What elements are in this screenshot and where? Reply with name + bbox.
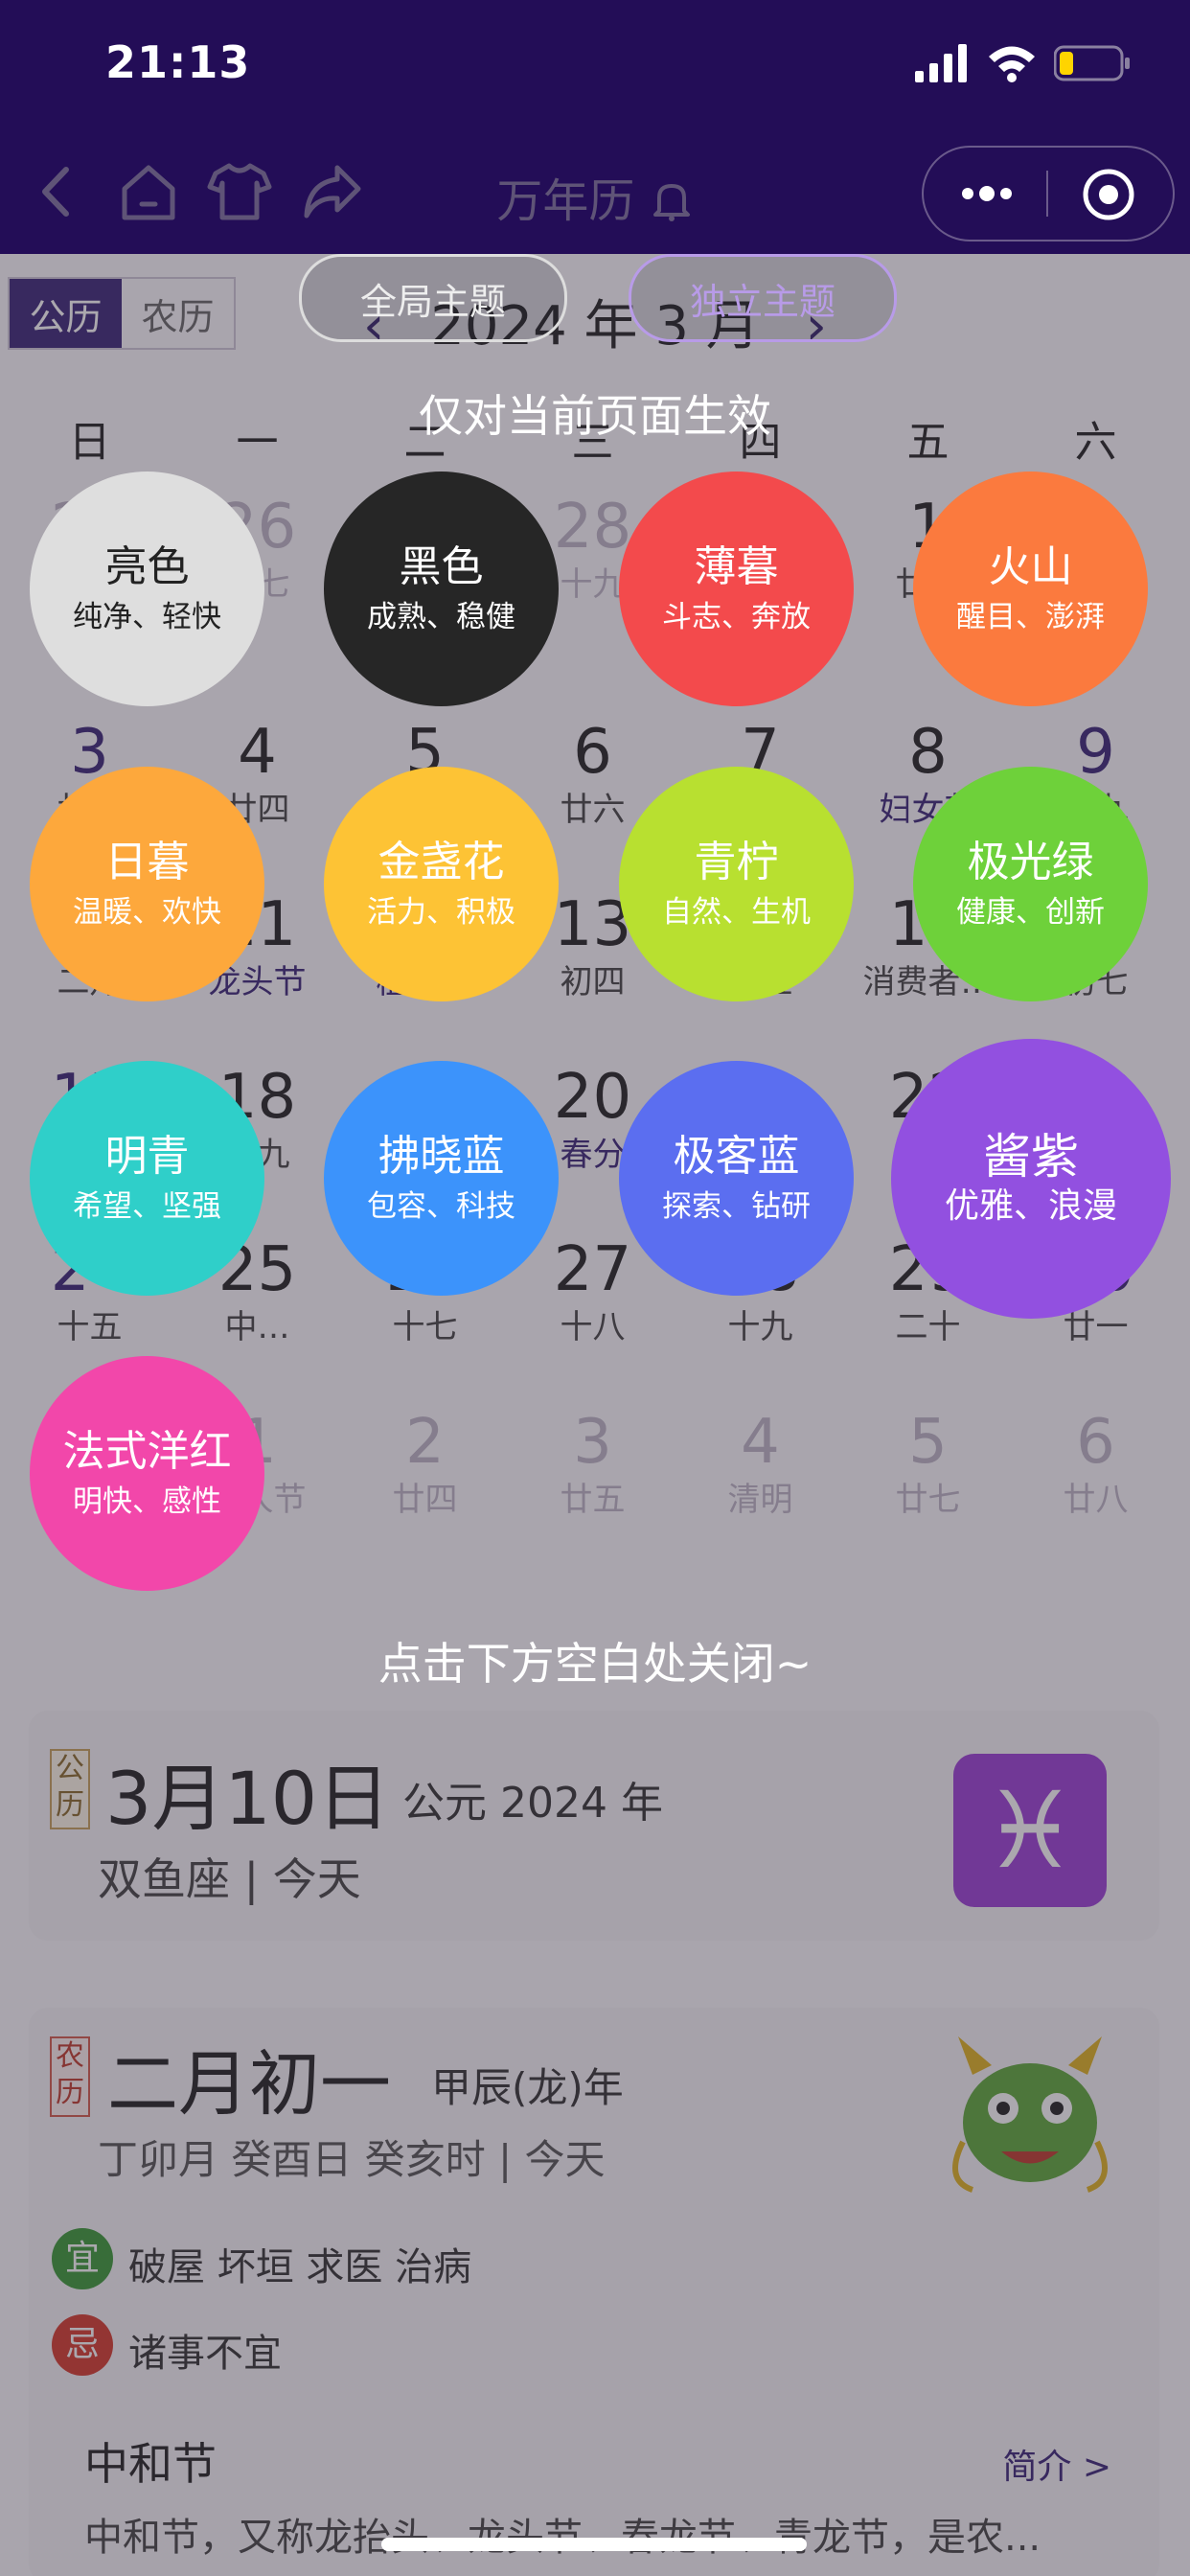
bell-icon[interactable]: [650, 178, 694, 222]
theme-option[interactable]: 金盏花 活力、积极: [324, 767, 559, 1001]
theme-name: 酱紫: [983, 1129, 1079, 1184]
calendar-page: 21:13 万年历 公历 农历 ‹ 2024 年 3 月 › 日 一 二 三 四…: [0, 0, 1190, 2576]
theme-name: 极客蓝: [673, 1131, 800, 1181]
theme-name: 明青: [104, 1131, 190, 1181]
capsule-divider: [1046, 171, 1048, 217]
status-bar: 21:13: [0, 0, 1190, 134]
status-time: 21:13: [105, 36, 251, 88]
theme-option[interactable]: 青柠 自然、生机: [619, 767, 854, 1001]
theme-option[interactable]: 拂晓蓝 包容、科技: [324, 1061, 559, 1296]
theme-tags: 明快、感性: [73, 1484, 221, 1519]
theme-option[interactable]: 极客蓝 探索、钻研: [619, 1061, 854, 1296]
miniprogram-capsule: [922, 146, 1175, 242]
theme-name: 青柠: [694, 837, 779, 886]
theme-tags: 斗志、奔放: [662, 599, 811, 634]
theme-tags: 纯净、轻快: [73, 599, 221, 634]
theme-tags: 醒目、澎湃: [956, 599, 1105, 634]
theme-name: 黑色: [399, 541, 484, 591]
wifi-icon: [989, 46, 1035, 82]
close-target-icon[interactable]: [1081, 167, 1136, 222]
tab-independent-theme[interactable]: 独立主题: [629, 254, 897, 342]
theme-option[interactable]: 法式洋红 明快、感性: [30, 1356, 264, 1591]
hint-close: 点击下方空白处关闭~: [378, 1638, 812, 1690]
nav-bar: 万年历: [0, 134, 1190, 254]
theme-option[interactable]: 酱紫 优雅、浪漫: [891, 1039, 1171, 1319]
theme-option[interactable]: 极光绿 健康、创新: [913, 767, 1148, 1001]
home-indicator: [381, 2538, 807, 2551]
theme-name: 法式洋红: [62, 1426, 232, 1476]
theme-option[interactable]: 亮色 纯净、轻快: [30, 472, 264, 706]
theme-tags: 探索、钻研: [662, 1188, 811, 1224]
theme-option[interactable]: 薄暮 斗志、奔放: [619, 472, 854, 706]
nav-title-text: 万年历: [496, 174, 635, 228]
battery-icon: [1054, 45, 1130, 81]
theme-tags: 活力、积极: [367, 894, 515, 930]
theme-name: 亮色: [104, 541, 190, 591]
theme-name: 金盏花: [378, 837, 505, 886]
signal-icon: [915, 44, 967, 82]
theme-name: 火山: [988, 541, 1073, 591]
more-icon[interactable]: [958, 174, 1016, 213]
theme-name: 拂晓蓝: [378, 1131, 505, 1181]
theme-option[interactable]: 明青 希望、坚强: [30, 1061, 264, 1296]
tab-global-theme[interactable]: 全局主题: [299, 254, 567, 342]
theme-tags: 自然、生机: [662, 894, 811, 930]
hint-current-page: 仅对当前页面生效: [419, 390, 771, 442]
theme-tags: 成熟、稳健: [367, 599, 515, 634]
theme-tags: 健康、创新: [956, 894, 1105, 930]
theme-name: 极光绿: [967, 837, 1094, 886]
theme-name: 日暮: [104, 837, 190, 886]
theme-tags: 温暖、欢快: [73, 894, 221, 930]
theme-option[interactable]: 日暮 温暖、欢快: [30, 767, 264, 1001]
theme-option[interactable]: 黑色 成熟、稳健: [324, 472, 559, 706]
theme-tags: 包容、科技: [367, 1188, 515, 1224]
theme-option[interactable]: 火山 醒目、澎湃: [913, 472, 1148, 706]
theme-tags: 优雅、浪漫: [944, 1186, 1117, 1226]
theme-name: 薄暮: [694, 541, 779, 591]
theme-tags: 希望、坚强: [73, 1188, 221, 1224]
